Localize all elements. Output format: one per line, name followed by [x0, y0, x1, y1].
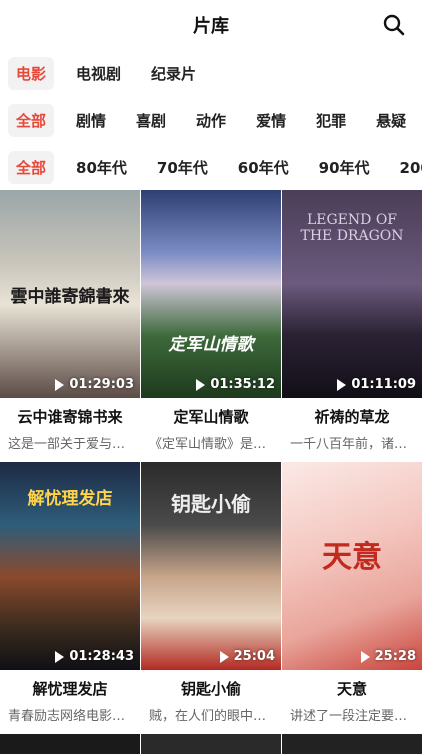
movie-poster[interactable]: [0, 734, 140, 754]
movie-card[interactable]: [282, 734, 422, 754]
play-icon: [196, 378, 206, 391]
duration-badge: 01:11:09: [337, 377, 416, 392]
filter-genre-comedy[interactable]: 喜剧: [128, 104, 174, 137]
play-icon: [55, 378, 65, 391]
movie-title: 天意: [336, 680, 367, 698]
search-icon[interactable]: [382, 13, 406, 37]
movie-poster[interactable]: [282, 734, 422, 754]
filter-type-movie[interactable]: 电影: [8, 57, 55, 90]
filter-genre-all[interactable]: 全部: [8, 104, 55, 137]
filter-genre-romance[interactable]: 爱情: [248, 104, 294, 137]
duration-text: 01:29:03: [69, 377, 134, 392]
movie-description: 《定军山情歌》是…: [149, 437, 267, 452]
page-title: 片库: [193, 16, 229, 37]
movie-poster[interactable]: 雲中誰寄錦書來 01:29:03: [0, 190, 140, 398]
filter-decade-all[interactable]: 全部: [8, 151, 55, 184]
duration-badge: 01:35:12: [196, 377, 275, 392]
movie-description: 青春励志网络电影…: [8, 709, 126, 724]
poster-title: LEGEND OF THE DRAGON: [300, 212, 404, 244]
filter-decade-2001[interactable]: 2001: [392, 153, 422, 183]
movie-description: 一千八百年前，诸…: [290, 437, 408, 452]
filter-type-tv[interactable]: 电视剧: [68, 57, 129, 90]
filter-type-documentary[interactable]: 纪录片: [143, 57, 204, 90]
poster-title: 解忧理发店: [27, 489, 113, 509]
movie-title: 钥匙小偷: [180, 680, 241, 698]
duration-text: 01:28:43: [69, 649, 134, 664]
movie-card[interactable]: 钥匙小偷 25:04 钥匙小偷 贼，在人们的眼中…: [141, 462, 281, 724]
type-filter-row: 电影 电视剧 纪录片: [0, 50, 422, 97]
movie-poster[interactable]: 解忧理发店 01:28:43: [0, 462, 140, 670]
duration-text: 01:35:12: [210, 377, 275, 392]
movie-poster[interactable]: 定军山情歌 01:35:12: [141, 190, 281, 398]
movie-card[interactable]: 解忧理发店 01:28:43 解忧理发店 青春励志网络电影…: [0, 462, 140, 724]
duration-text: 01:11:09: [351, 377, 416, 392]
movie-card[interactable]: 定军山情歌 01:35:12 定军山情歌 《定军山情歌》是…: [141, 190, 281, 452]
movie-title: 云中谁寄锦书来: [17, 408, 123, 426]
movie-description: 这是一部关于爱与…: [8, 437, 126, 452]
genre-filter-row: 全部 剧情 喜剧 动作 爱情 犯罪 悬疑: [0, 97, 422, 144]
movie-description: 讲述了一段注定要…: [290, 709, 408, 724]
filter-genre-mystery[interactable]: 悬疑: [368, 104, 414, 137]
movie-card[interactable]: [0, 734, 140, 754]
movie-card[interactable]: [141, 734, 281, 754]
duration-badge: 25:04: [219, 649, 275, 664]
movie-poster[interactable]: LEGEND OF THE DRAGON 01:11:09: [282, 190, 422, 398]
filter-decade-90s[interactable]: 90年代: [311, 151, 378, 184]
filter-decade-60s[interactable]: 60年代: [230, 151, 297, 184]
movie-title: 定军山情歌: [173, 408, 249, 426]
duration-text: 25:28: [374, 649, 416, 664]
poster-title: 钥匙小偷: [171, 492, 251, 516]
poster-title: 雲中誰寄錦書來: [10, 287, 130, 307]
movie-title: 解忧理发店: [32, 680, 108, 698]
filter-decade-80s[interactable]: 80年代: [68, 151, 135, 184]
movie-card[interactable]: LEGEND OF THE DRAGON 01:11:09 祈祷的草龙 一千八百…: [282, 190, 422, 452]
play-icon: [55, 650, 65, 663]
poster-title: 定军山情歌: [168, 335, 254, 355]
play-icon: [219, 650, 229, 663]
filter-genre-action[interactable]: 动作: [188, 104, 234, 137]
play-icon: [360, 650, 370, 663]
movie-poster[interactable]: 钥匙小偷 25:04: [141, 462, 281, 670]
movie-poster[interactable]: [141, 734, 281, 754]
filter-genre-drama[interactable]: 剧情: [68, 104, 114, 137]
movie-poster[interactable]: 天意 25:28: [282, 462, 422, 670]
duration-text: 25:04: [233, 649, 275, 664]
decade-filter-row: 全部 80年代 70年代 60年代 90年代 2001: [0, 144, 422, 191]
filter-decade-70s[interactable]: 70年代: [149, 151, 216, 184]
poster-title: 天意: [322, 540, 382, 575]
movie-title: 祈祷的草龙: [314, 408, 390, 426]
play-icon: [337, 378, 347, 391]
movie-card[interactable]: 雲中誰寄錦書來 01:29:03 云中谁寄锦书来 这是一部关于爱与…: [0, 190, 140, 452]
movie-description: 贼，在人们的眼中…: [149, 709, 267, 724]
filter-genre-crime[interactable]: 犯罪: [308, 104, 354, 137]
header-bar: 片库: [0, 0, 422, 50]
duration-badge: 01:29:03: [55, 377, 134, 392]
movie-card[interactable]: 天意 25:28 天意 讲述了一段注定要…: [282, 462, 422, 724]
duration-badge: 25:28: [360, 649, 416, 664]
duration-badge: 01:28:43: [55, 649, 134, 664]
